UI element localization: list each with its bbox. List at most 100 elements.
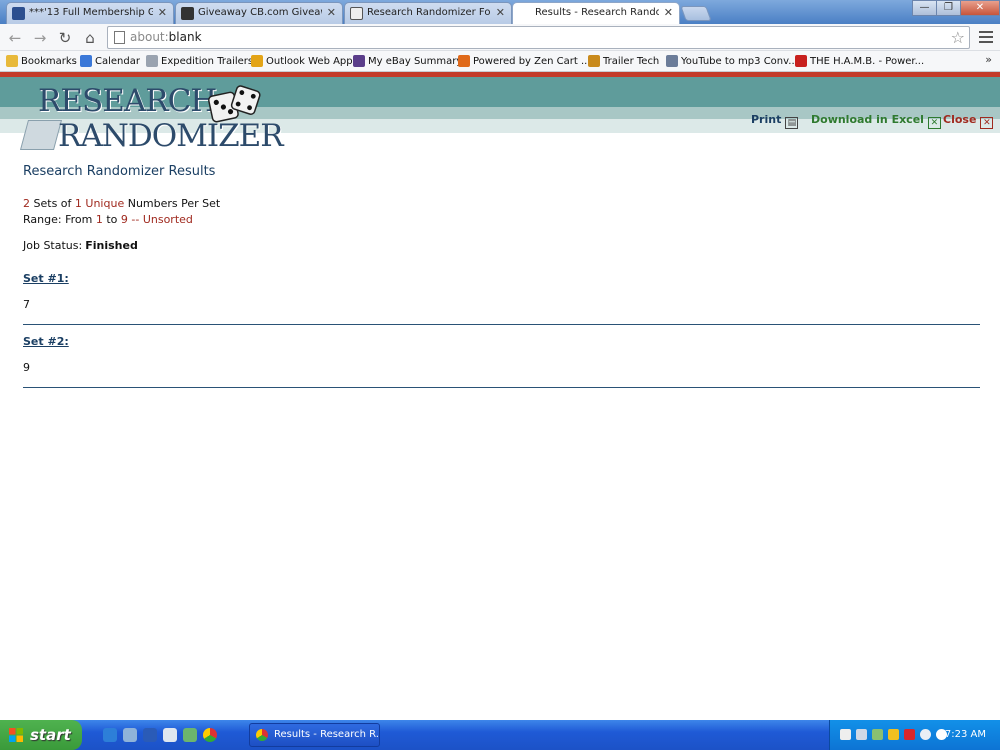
bookmark-label: Trailer Tech [603, 56, 660, 67]
tab-close-icon[interactable]: ✕ [664, 3, 673, 23]
trailer-icon [588, 55, 600, 67]
page-title: Research Randomizer Results [23, 164, 216, 179]
job-status: Job Status: Finished [23, 239, 138, 252]
close-x-icon: ✕ [980, 117, 994, 129]
bookmark-label: Bookmarks [21, 56, 77, 67]
url-text[interactable]: about:blank [130, 27, 202, 48]
hamb-icon [795, 55, 807, 67]
bookmark-hamb[interactable]: THE H.A.M.B. - Power... [795, 54, 924, 69]
bookmark-ebay[interactable]: My eBay Summary [353, 54, 462, 69]
bookmarks-bar: Bookmarks Calendar Expedition Trailers O… [0, 51, 1000, 72]
media-quicklaunch-icon[interactable] [163, 728, 177, 742]
dice-icon [207, 85, 261, 123]
page-icon [146, 55, 158, 67]
set-heading-link[interactable]: Set #2: [23, 335, 980, 348]
bookmark-expedition-trailers[interactable]: Expedition Trailers [146, 54, 253, 69]
numbers-per-set-text: Numbers Per Set [127, 197, 221, 210]
close-link[interactable]: Close ✕ [943, 113, 994, 129]
outlook-icon [251, 55, 263, 67]
results-summary: 2 Sets of 1 Unique Numbers Per Set Range… [23, 196, 220, 227]
bookmark-calendar[interactable]: Calendar [80, 54, 140, 69]
bookmark-zen-cart[interactable]: Powered by Zen Cart ... [458, 54, 591, 69]
start-button[interactable]: start [0, 720, 82, 750]
bookmark-bookmarks-folder[interactable]: Bookmarks [6, 54, 77, 69]
chrome-menu-icon[interactable] [979, 31, 993, 46]
num-sets-value: 2 [23, 197, 30, 210]
minimize-button[interactable]: — [912, 0, 937, 16]
bookmark-label: Powered by Zen Cart ... [473, 56, 591, 67]
logo-text-research: RESEARCH [38, 83, 217, 119]
site-favicon-icon [12, 7, 25, 20]
tab-close-icon[interactable]: ✕ [158, 3, 167, 23]
dice-favicon-icon [350, 7, 363, 20]
research-randomizer-logo[interactable]: RESEARCH RANDOMIZER [19, 80, 284, 162]
bookmark-outlook[interactable]: Outlook Web App [251, 54, 353, 69]
tab-results-active[interactable]: Results - Research Randomiz ✕ [512, 2, 680, 25]
bookmark-label: Expedition Trailers [161, 56, 254, 67]
chrome-quicklaunch-icon[interactable] [203, 728, 217, 742]
forward-arrow-icon[interactable]: → [30, 28, 50, 48]
bookmark-label: YouTube to mp3 Conv... [681, 56, 798, 67]
app-tray-icon[interactable] [872, 729, 883, 740]
print-link[interactable]: Print ▤ [751, 113, 799, 129]
site-favicon-icon [181, 7, 194, 20]
results-panel: Research Randomizer Results 2 Sets of 1 … [23, 164, 980, 388]
set-heading-link[interactable]: Set #1: [23, 272, 980, 285]
taskbar-window-chrome[interactable]: Results - Research R... [249, 723, 380, 747]
home-icon[interactable]: ⌂ [80, 28, 100, 48]
page-viewport: RESEARCH RANDOMIZER Print ▤ Download in E… [0, 72, 1000, 720]
tab-close-icon[interactable]: ✕ [496, 3, 505, 23]
tab-membership-giveaway[interactable]: ***'13 Full Membership Give ✕ [6, 2, 174, 24]
windows-flag-icon [9, 728, 23, 742]
ebay-icon [353, 55, 365, 67]
bookmark-label: Outlook Web App [266, 56, 353, 67]
page-icon [114, 31, 125, 44]
bookmark-label: My eBay Summary [368, 56, 463, 67]
folder-icon [6, 55, 18, 67]
bookmark-trailer-tech[interactable]: Trailer Tech [588, 54, 659, 69]
num-per-set-value: 1 [74, 197, 82, 210]
restore-button[interactable]: ❐ [936, 0, 961, 16]
job-status-label: Job Status: [23, 239, 83, 252]
window-close-button[interactable]: ✕ [960, 0, 1000, 16]
close-label: Close [943, 113, 977, 126]
word-quicklaunch-icon[interactable] [143, 728, 157, 742]
desktop-quicklaunch-icon[interactable] [123, 728, 137, 742]
tab-title: Research Randomizer Form [367, 7, 491, 18]
sync-tray-icon[interactable] [920, 729, 931, 740]
media-tray-icon[interactable] [904, 729, 915, 740]
security-tray-icon[interactable] [888, 729, 899, 740]
bookmark-star-icon[interactable]: ☆ [951, 27, 965, 48]
tab-title: Results - Research Randomiz [535, 7, 659, 18]
excel-label: Download in Excel [811, 113, 924, 126]
range-to-text: to [106, 212, 118, 226]
tab-giveaway-cb[interactable]: Giveaway CB.com Giveaway ✕ [175, 2, 343, 24]
range-to-value: 9 [120, 212, 128, 226]
bookmark-youtube-mp3[interactable]: YouTube to mp3 Conv... [666, 54, 798, 69]
tab-close-icon[interactable]: ✕ [327, 3, 336, 23]
sorting-value: Unsorted [142, 212, 193, 226]
bookmark-label: Calendar [95, 56, 140, 67]
result-set: Set #1: 7 [23, 272, 980, 325]
taskbar-clock[interactable]: 7:23 AM [945, 720, 986, 750]
new-tab-button[interactable] [680, 6, 712, 21]
ie-quicklaunch-icon[interactable] [103, 728, 117, 742]
more-bookmarks-chevron-icon[interactable]: » [985, 53, 992, 66]
tab-title: Giveaway CB.com Giveaway [198, 7, 322, 18]
result-set: Set #2: 9 [23, 335, 980, 388]
chrome-icon [256, 729, 268, 741]
tab-strip: ***'13 Full Membership Give ✕ Giveaway C… [0, 0, 1000, 25]
search-tray-icon[interactable] [840, 729, 851, 740]
address-bar[interactable]: about:blank ☆ [107, 26, 970, 49]
reload-icon[interactable]: ↻ [55, 28, 75, 48]
browser-toolbar: ← → ↻ ⌂ about:blank ☆ [0, 24, 1000, 51]
back-arrow-icon[interactable]: ← [5, 28, 25, 48]
range-separator: -- [131, 212, 140, 226]
start-label: start [30, 726, 71, 744]
network-tray-icon[interactable] [856, 729, 867, 740]
printer-icon: ▤ [785, 117, 799, 129]
url-scheme: about: [130, 30, 169, 44]
app-quicklaunch-icon[interactable] [183, 728, 197, 742]
download-excel-link[interactable]: Download in Excel ✕ [811, 113, 941, 129]
tab-randomizer-form[interactable]: Research Randomizer Form ✕ [344, 2, 512, 24]
